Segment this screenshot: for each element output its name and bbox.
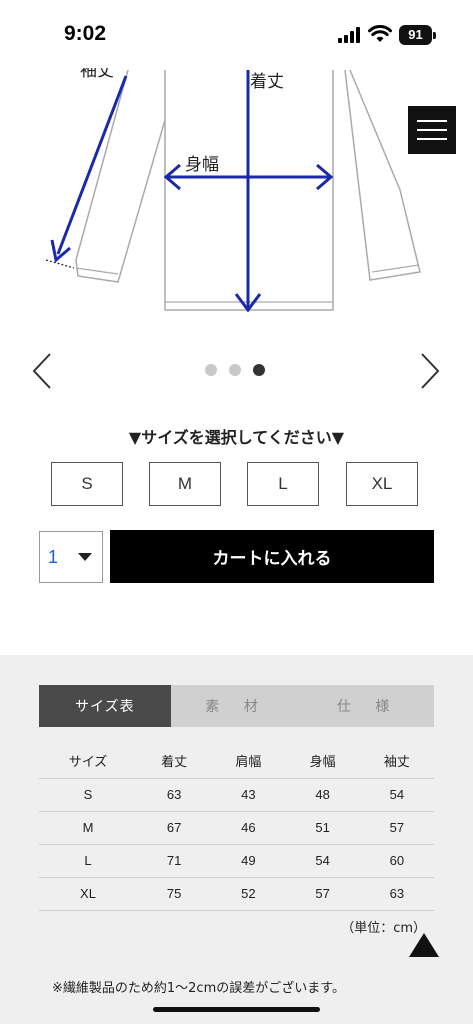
table-cell: 63 (137, 778, 212, 812)
header-shoulder: 肩幅 (211, 744, 286, 779)
table-cell: 54 (285, 844, 360, 878)
header-length: 着丈 (137, 744, 212, 779)
table-cell: M (39, 811, 137, 845)
table-cell: 63 (359, 877, 434, 911)
carousel-dots (205, 364, 265, 376)
table-cell: 46 (211, 811, 286, 845)
size-button-s[interactable]: S (51, 462, 123, 506)
table-cell: 60 (359, 844, 434, 878)
label-body-width: 身幅 (185, 155, 219, 175)
home-indicator (153, 1007, 320, 1012)
chevron-left-icon[interactable] (30, 352, 54, 390)
status-time: 9:02 (64, 22, 107, 45)
table-cell: 48 (285, 778, 360, 812)
tab-material[interactable]: 素 材 (171, 685, 303, 727)
hamburger-menu-icon[interactable] (408, 106, 456, 154)
size-button-xl[interactable]: XL (346, 462, 418, 506)
quantity-value: 1 (48, 546, 59, 567)
product-image-garment-diagram[interactable]: 袖丈 着丈 身幅 (0, 68, 473, 330)
menu-line (417, 129, 447, 131)
signal-icon (338, 27, 360, 43)
tab-size-chart[interactable]: サイズ表 (39, 685, 171, 727)
menu-line (417, 138, 447, 140)
table-cell: 71 (137, 844, 212, 878)
chevron-right-icon[interactable] (418, 352, 442, 390)
table-header-row: サイズ 着丈 肩幅 身幅 袖丈 (39, 744, 434, 779)
table-cell: XL (39, 877, 137, 911)
unit-note: （単位：cm） (341, 921, 426, 936)
label-body-length: 着丈 (250, 72, 284, 92)
table-cell: S (39, 778, 137, 812)
header-body-width: 身幅 (285, 744, 360, 779)
battery-icon: 91 (399, 25, 436, 45)
size-button-m[interactable]: M (149, 462, 221, 506)
caret-down-icon (78, 553, 92, 561)
wifi-icon (368, 25, 392, 42)
header-size: サイズ (39, 744, 137, 779)
add-to-cart-button[interactable]: カートに入れる (110, 530, 434, 583)
table-row: M 67 46 51 57 (39, 811, 434, 845)
battery-level: 91 (408, 27, 423, 42)
table-cell: 75 (137, 877, 212, 911)
table-cell: 43 (211, 778, 286, 812)
table-cell: L (39, 844, 137, 878)
header-sleeve: 袖丈 (359, 744, 434, 779)
product-info-panel: サイズ表 素 材 仕 様 サイズ 着丈 肩幅 身幅 袖丈 S 63 43 48 … (0, 655, 473, 1024)
table-cell: 51 (285, 811, 360, 845)
size-select-prompt: ▼サイズを選択してください▼ (128, 428, 345, 447)
table-cell: 57 (359, 811, 434, 845)
carousel-dot[interactable] (205, 364, 217, 376)
size-chart-table: サイズ 着丈 肩幅 身幅 袖丈 S 63 43 48 54 M 67 46 51… (39, 744, 434, 911)
table-cell: 57 (285, 877, 360, 911)
table-cell: 54 (359, 778, 434, 812)
garment-outline-drawing (45, 69, 421, 313)
measurement-footnote: ※繊維製品のため約1〜2cmの誤差がございます。 (52, 981, 345, 996)
table-cell: 52 (211, 877, 286, 911)
menu-line (417, 120, 447, 122)
scroll-to-top-icon[interactable] (409, 933, 439, 957)
table-row: XL 75 52 57 63 (39, 877, 434, 911)
status-bar: 9:02 91 (0, 0, 473, 70)
size-button-l[interactable]: L (247, 462, 319, 506)
table-cell: 49 (211, 844, 286, 878)
carousel-dot-active[interactable] (253, 364, 265, 376)
table-row: S 63 43 48 54 (39, 778, 434, 812)
quantity-select[interactable]: 1 (39, 531, 103, 583)
table-cell: 67 (137, 811, 212, 845)
carousel-dot[interactable] (229, 364, 241, 376)
tab-specification[interactable]: 仕 様 (302, 685, 434, 727)
table-row: L 71 49 54 60 (39, 844, 434, 878)
size-button-group: S M L XL (51, 462, 431, 506)
info-tabs: サイズ表 素 材 仕 様 (39, 685, 434, 727)
